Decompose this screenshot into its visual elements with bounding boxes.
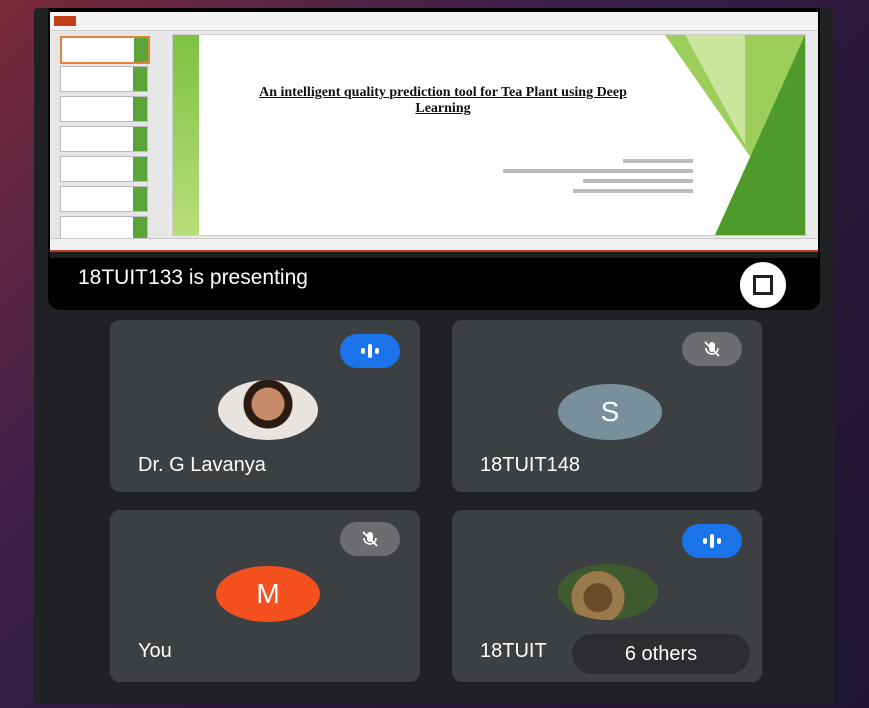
slide-thumbnail bbox=[60, 186, 148, 212]
participant-name: 18TUIT bbox=[480, 640, 547, 662]
slide-thumbnail bbox=[60, 126, 148, 152]
speaking-indicator-icon bbox=[340, 334, 400, 368]
slide-thumbnails bbox=[50, 32, 168, 242]
participant-name: 18TUIT148 bbox=[480, 454, 581, 476]
participant-tile[interactable]: S 18TUIT148 bbox=[452, 320, 762, 492]
participant-tile[interactable]: Dr. G Lavanya bbox=[110, 320, 420, 492]
windows-taskbar bbox=[50, 250, 818, 258]
participant-tile[interactable]: 18TUIT 6 others bbox=[452, 510, 762, 682]
participant-tile[interactable]: M You bbox=[110, 510, 420, 682]
fullscreen-icon bbox=[753, 275, 763, 285]
ppt-ribbon bbox=[50, 12, 818, 31]
ppt-file-tab bbox=[54, 16, 76, 26]
slide-decoration bbox=[173, 35, 199, 235]
meet-window: An intelligent quality prediction tool f… bbox=[34, 8, 834, 704]
slide-thumbnail bbox=[60, 96, 148, 122]
avatar bbox=[558, 564, 658, 620]
slide-decoration bbox=[715, 35, 805, 235]
current-slide: An intelligent quality prediction tool f… bbox=[172, 34, 806, 236]
slide-thumbnail bbox=[60, 156, 148, 182]
participant-name: You bbox=[138, 640, 172, 662]
mic-off-icon bbox=[340, 522, 400, 556]
others-button[interactable]: 6 others bbox=[572, 634, 750, 674]
slide-team-text bbox=[493, 153, 693, 193]
slide-thumbnail bbox=[60, 36, 150, 64]
speaking-indicator-icon bbox=[682, 524, 742, 558]
avatar bbox=[218, 380, 318, 440]
presentation-area[interactable]: An intelligent quality prediction tool f… bbox=[48, 8, 820, 310]
participant-name: Dr. G Lavanya bbox=[138, 454, 266, 476]
slide-thumbnail bbox=[60, 66, 148, 92]
avatar: S bbox=[558, 384, 662, 440]
slide-title: An intelligent quality prediction tool f… bbox=[259, 85, 627, 116]
fullscreen-button[interactable] bbox=[740, 262, 786, 308]
presenting-label: 18TUIT133 is presenting bbox=[78, 266, 308, 289]
avatar: M bbox=[216, 566, 320, 622]
shared-screen: An intelligent quality prediction tool f… bbox=[50, 12, 818, 251]
mic-off-icon bbox=[682, 332, 742, 366]
